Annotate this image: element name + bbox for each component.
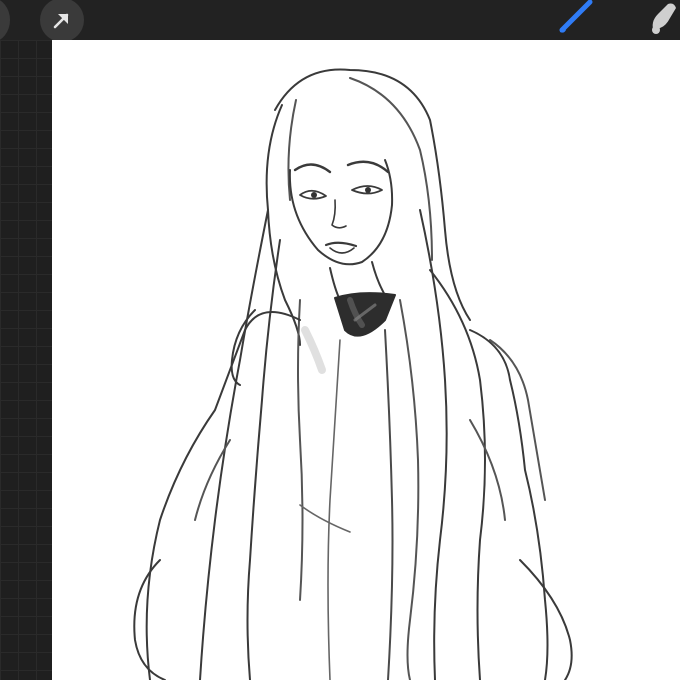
top-toolbar [0,0,680,42]
brush-icon [559,0,593,33]
smudge-tool-button[interactable] [640,0,680,36]
sketch-artwork [133,68,573,680]
smudge-icon [652,3,676,34]
adjustments-button[interactable] [0,0,10,42]
adjustments-icon [0,10,2,30]
drawing-canvas[interactable] [52,40,680,680]
selection-arrow-button[interactable] [40,0,84,42]
sidebar-area [0,40,52,680]
selection-arrow-icon [53,13,69,29]
brush-tool-button[interactable] [556,0,600,36]
